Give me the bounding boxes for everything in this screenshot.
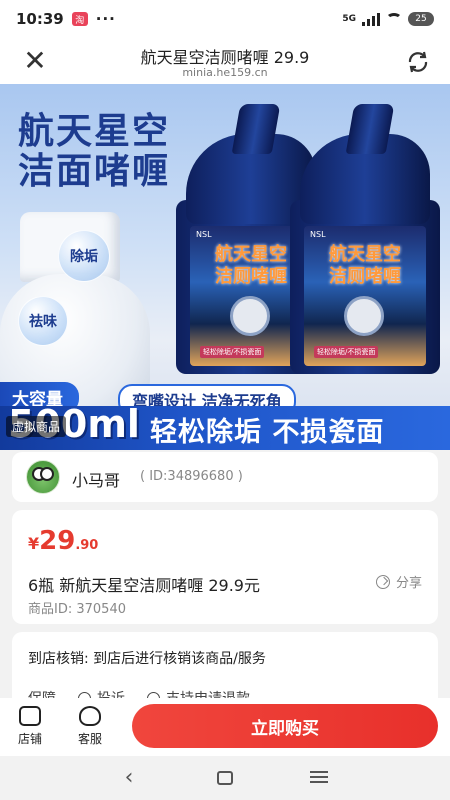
- astronaut-illustration: [230, 296, 270, 336]
- product-info-card: ¥29.90 6瓶 新航天星空洁厕啫喱 29.9元 分享 商品ID: 37054…: [12, 510, 438, 624]
- seller-name: 小马哥: [72, 471, 121, 490]
- share-button[interactable]: 分享: [375, 572, 422, 591]
- recents-icon[interactable]: [306, 766, 332, 790]
- taobao-notification-icon: 淘: [71, 12, 88, 26]
- customer-service-label: 客服: [77, 732, 102, 746]
- bottle-brand: NSL: [310, 230, 326, 239]
- banner-title-line2: 洁面啫喱: [18, 151, 171, 192]
- bubble-descale: 除垢: [58, 230, 110, 282]
- status-bar: 10:39 淘 ··· 5G 25: [0, 0, 450, 38]
- product-id: 商品ID: 370540: [28, 602, 126, 617]
- virtual-product-tag: 虚拟商品: [6, 416, 67, 437]
- status-right: 5G 25: [342, 12, 434, 26]
- signal-icon: [362, 12, 380, 26]
- product-bottle-right: NSL 航天星空 洁厕啫喱 轻松除垢/不损瓷面: [290, 104, 440, 374]
- shop-icon: [19, 706, 41, 726]
- share-label: 分享: [395, 576, 422, 591]
- price-decimal: .90: [75, 538, 99, 553]
- buy-now-button[interactable]: 立即购买: [132, 704, 438, 748]
- seller-id: ( ID:34896680 ): [140, 469, 243, 484]
- price-symbol: ¥: [28, 534, 40, 553]
- status-time: 10:39: [16, 10, 64, 28]
- page-url: minia.he159.cn: [182, 66, 268, 79]
- seller-avatar[interactable]: [26, 460, 60, 494]
- refresh-icon[interactable]: [404, 48, 432, 76]
- close-icon[interactable]: ✕: [18, 46, 52, 76]
- bottom-action-bar: 店铺 客服 立即购买: [0, 698, 450, 756]
- back-icon[interactable]: ‹: [116, 766, 142, 790]
- nav-bar: ✕ 航天星空洁厕啫喱 29.9 minia.he159.cn: [0, 38, 450, 84]
- network-type: 5G: [342, 14, 356, 24]
- share-icon: [375, 574, 390, 589]
- headset-icon: [79, 706, 101, 726]
- bottle-tag: 轻松除垢/不损瓷面: [314, 346, 379, 358]
- more-notifications-icon: ···: [95, 10, 116, 28]
- price: ¥29.90: [28, 526, 98, 556]
- price-integer: 29: [39, 526, 76, 556]
- system-nav-bar: ‹: [0, 756, 450, 800]
- slogan-descale: 轻松除垢 不损瓷面: [150, 417, 385, 448]
- page-title: 航天星空洁厕啫喱 29.9: [140, 48, 310, 67]
- bubble-deodorize: 祛味: [18, 296, 68, 346]
- astronaut-illustration: [344, 296, 384, 336]
- bottle-tag: 轻松除垢/不损瓷面: [200, 346, 265, 358]
- product-image[interactable]: 航天星空 洁面啫喱 除垢 祛味 NSL 航天星空 洁厕啫喱 轻松除垢/不损瓷面 …: [0, 84, 450, 450]
- battery-icon: 25: [408, 12, 434, 26]
- bottle-label-line2: 洁厕啫喱: [329, 266, 401, 287]
- shop-button[interactable]: 店铺: [10, 706, 50, 747]
- bottle-brand: NSL: [196, 230, 212, 239]
- product-title: 6瓶 新航天星空洁厕啫喱 29.9元: [28, 576, 260, 595]
- home-icon[interactable]: [212, 766, 238, 790]
- seller-card[interactable]: 小马哥 ( ID:34896680 ): [12, 452, 438, 502]
- shop-label: 店铺: [17, 732, 42, 746]
- redeem-info: 到店核销: 到店后进行核销该商品/服务: [28, 651, 266, 667]
- wifi-icon: [386, 13, 402, 25]
- customer-service-button[interactable]: 客服: [70, 706, 110, 747]
